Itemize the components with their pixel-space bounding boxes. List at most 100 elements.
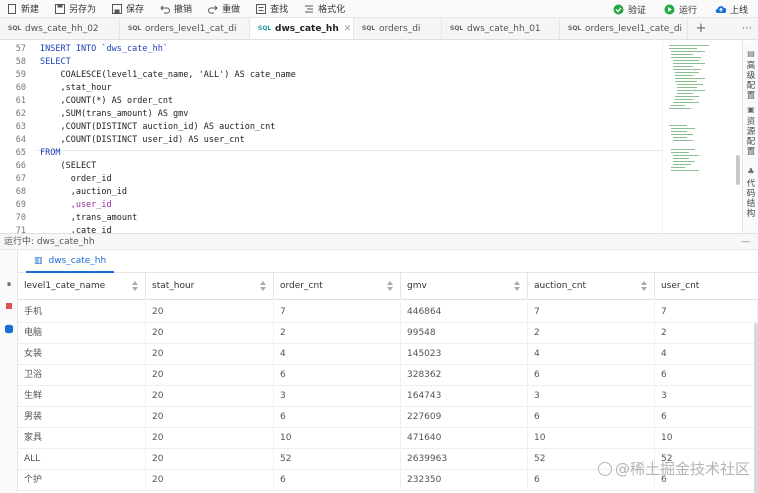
minimap-line bbox=[675, 99, 693, 100]
sql-editor[interactable]: 57 INSERT INTO `dws_cate_hh` 58 SELECT 59 … bbox=[0, 41, 662, 233]
minimap-line bbox=[677, 87, 697, 88]
save-as-button[interactable]: 另存为 bbox=[48, 0, 105, 18]
cell-level1-cate-name: 男装 bbox=[18, 407, 146, 428]
code-structure-tab[interactable]: ♣ 代码结构 bbox=[745, 167, 757, 219]
column-header[interactable]: order_cnt bbox=[274, 273, 401, 300]
save-button[interactable]: 保存 bbox=[105, 0, 153, 18]
minimap-line bbox=[673, 140, 693, 141]
publish-button[interactable]: 上线 bbox=[707, 0, 758, 18]
minimap-line bbox=[675, 75, 693, 76]
tab-orders-level1-cat-di[interactable]: SQL orders_level1_cat_di bbox=[120, 18, 250, 39]
cell-level1-cate-name: 手机 bbox=[18, 302, 146, 323]
code-line: 66 (SELECT bbox=[0, 160, 662, 172]
cell-stat-hour: 20 bbox=[146, 365, 274, 386]
column-header[interactable]: gmv bbox=[401, 273, 528, 300]
new-file-icon bbox=[6, 3, 17, 14]
sql-file-icon: SQL bbox=[450, 24, 464, 32]
run-button[interactable]: 运行 bbox=[656, 0, 707, 18]
add-tab-icon[interactable]: + bbox=[688, 18, 714, 39]
format-label: 格式化 bbox=[318, 5, 346, 15]
code-line: 68 ,auction_id bbox=[0, 186, 662, 198]
code-text: ,trans_amount bbox=[40, 213, 138, 223]
cell-order-cnt: 6 bbox=[274, 470, 401, 491]
sort-icon[interactable] bbox=[132, 281, 139, 291]
run-icon bbox=[664, 4, 675, 15]
sort-icon[interactable] bbox=[387, 281, 394, 291]
verify-button[interactable]: 验证 bbox=[605, 0, 656, 18]
cell-level1-cate-name: ALL bbox=[18, 449, 146, 470]
close-tab-icon[interactable]: ✕ bbox=[344, 24, 352, 34]
tab-dws-cate-hh[interactable]: SQL dws_cate_hh ✕ bbox=[250, 18, 354, 39]
sort-icon[interactable] bbox=[641, 281, 648, 291]
verify-label: 验证 bbox=[627, 5, 646, 16]
undo-button[interactable]: 撤销 bbox=[153, 0, 201, 18]
sort-icon[interactable] bbox=[260, 281, 267, 291]
cell-gmv: 145023 bbox=[401, 344, 528, 365]
column-header[interactable]: auction_cnt bbox=[528, 273, 655, 300]
tab-label: dws_cate_hh bbox=[275, 23, 339, 34]
table-row[interactable]: 手机 20 7 446864 7 7 bbox=[18, 302, 758, 323]
code-text: INSERT INTO `dws_cate_hh` bbox=[40, 44, 168, 54]
cell-user-cnt: 2 bbox=[655, 323, 758, 344]
cell-stat-hour: 20 bbox=[146, 323, 274, 344]
more-tabs-icon[interactable]: ⋯ bbox=[736, 18, 758, 39]
table-row[interactable]: 卫浴 20 6 328362 6 6 bbox=[18, 365, 758, 386]
resource-config-label: 资源配置 bbox=[746, 117, 756, 157]
find-button[interactable]: 查找 bbox=[249, 0, 297, 18]
sort-icon[interactable] bbox=[514, 281, 521, 291]
tab-dws-cate-hh-02[interactable]: SQL dws_cate_hh_02 bbox=[0, 18, 120, 39]
resource-config-tab[interactable]: ▣ 资源配置 bbox=[745, 105, 757, 157]
tab-result-dws-cate-hh[interactable]: ▥ dws_cate_hh bbox=[26, 250, 115, 273]
minimap-line bbox=[673, 137, 687, 138]
pause-icon[interactable]: ⏸ bbox=[4, 280, 14, 290]
cell-auction-cnt: 10 bbox=[528, 428, 655, 449]
cell-auction-cnt: 7 bbox=[528, 302, 655, 323]
format-button[interactable]: 格式化 bbox=[297, 0, 354, 18]
cell-order-cnt: 10 bbox=[274, 428, 401, 449]
code-minimap[interactable] bbox=[662, 41, 742, 233]
cell-order-cnt: 52 bbox=[274, 449, 401, 470]
sql-file-icon: SQL bbox=[258, 24, 272, 32]
code-text: order_id bbox=[40, 174, 112, 184]
stop-icon[interactable] bbox=[4, 302, 14, 312]
minimap-line bbox=[673, 60, 699, 61]
advanced-config-tab[interactable]: ▤ 高级配置 bbox=[745, 49, 757, 101]
code-line: 67 order_id bbox=[0, 173, 662, 185]
minimap-line bbox=[671, 131, 687, 132]
code-structure-icon: ♣ bbox=[747, 167, 755, 176]
column-header[interactable]: user_cnt bbox=[655, 273, 758, 300]
cell-level1-cate-name: 生鲜 bbox=[18, 386, 146, 407]
redo-button[interactable]: 重做 bbox=[201, 0, 249, 18]
table-row[interactable]: 男装 20 6 227609 6 6 bbox=[18, 407, 758, 428]
cell-stat-hour: 20 bbox=[146, 449, 274, 470]
cell-level1-cate-name: 家具 bbox=[18, 428, 146, 449]
column-header[interactable]: stat_hour bbox=[146, 273, 274, 300]
database-icon[interactable] bbox=[4, 324, 14, 334]
cell-gmv: 471640 bbox=[401, 428, 528, 449]
tab-orders-di[interactable]: SQL orders_di bbox=[354, 18, 442, 39]
table-row[interactable]: 女装 20 4 145023 4 4 bbox=[18, 344, 758, 365]
cell-order-cnt: 6 bbox=[274, 365, 401, 386]
cell-user-cnt: 3 bbox=[655, 386, 758, 407]
tab-dws-cate-hh-01[interactable]: SQL dws_cate_hh_01 bbox=[442, 18, 560, 39]
minimap-line bbox=[673, 69, 701, 70]
column-header-label: order_cnt bbox=[280, 281, 323, 291]
minimap-line bbox=[677, 93, 693, 94]
column-header[interactable]: level1_cate_name bbox=[18, 273, 146, 300]
watermark: @稀土掘金技术社区 bbox=[598, 458, 750, 479]
collapse-panel-icon[interactable]: — bbox=[741, 234, 750, 250]
column-header-label: stat_hour bbox=[152, 281, 195, 291]
result-scrollbar[interactable] bbox=[754, 323, 758, 493]
resource-config-icon: ▣ bbox=[747, 105, 755, 114]
code-text: ,user_id bbox=[40, 200, 112, 210]
table-row[interactable]: 家具 20 10 471640 10 10 bbox=[18, 428, 758, 449]
table-row[interactable]: 电脑 20 2 99548 2 2 bbox=[18, 323, 758, 344]
editor-tab-bar: SQL dws_cate_hh_02 SQL orders_level1_cat_d… bbox=[0, 18, 758, 40]
code-text: ,auction_id bbox=[40, 187, 127, 197]
table-row[interactable]: 生鲜 20 3 164743 3 3 bbox=[18, 386, 758, 407]
tab-orders-level1-cate-di[interactable]: SQL orders_level1_cate_di bbox=[560, 18, 688, 39]
new-button[interactable]: 新建 bbox=[0, 0, 48, 18]
code-text: ,COUNT(DISTINCT user_id) AS user_cnt bbox=[40, 135, 245, 145]
editor-scrollbar[interactable] bbox=[736, 155, 740, 185]
minimap-line bbox=[675, 72, 699, 73]
